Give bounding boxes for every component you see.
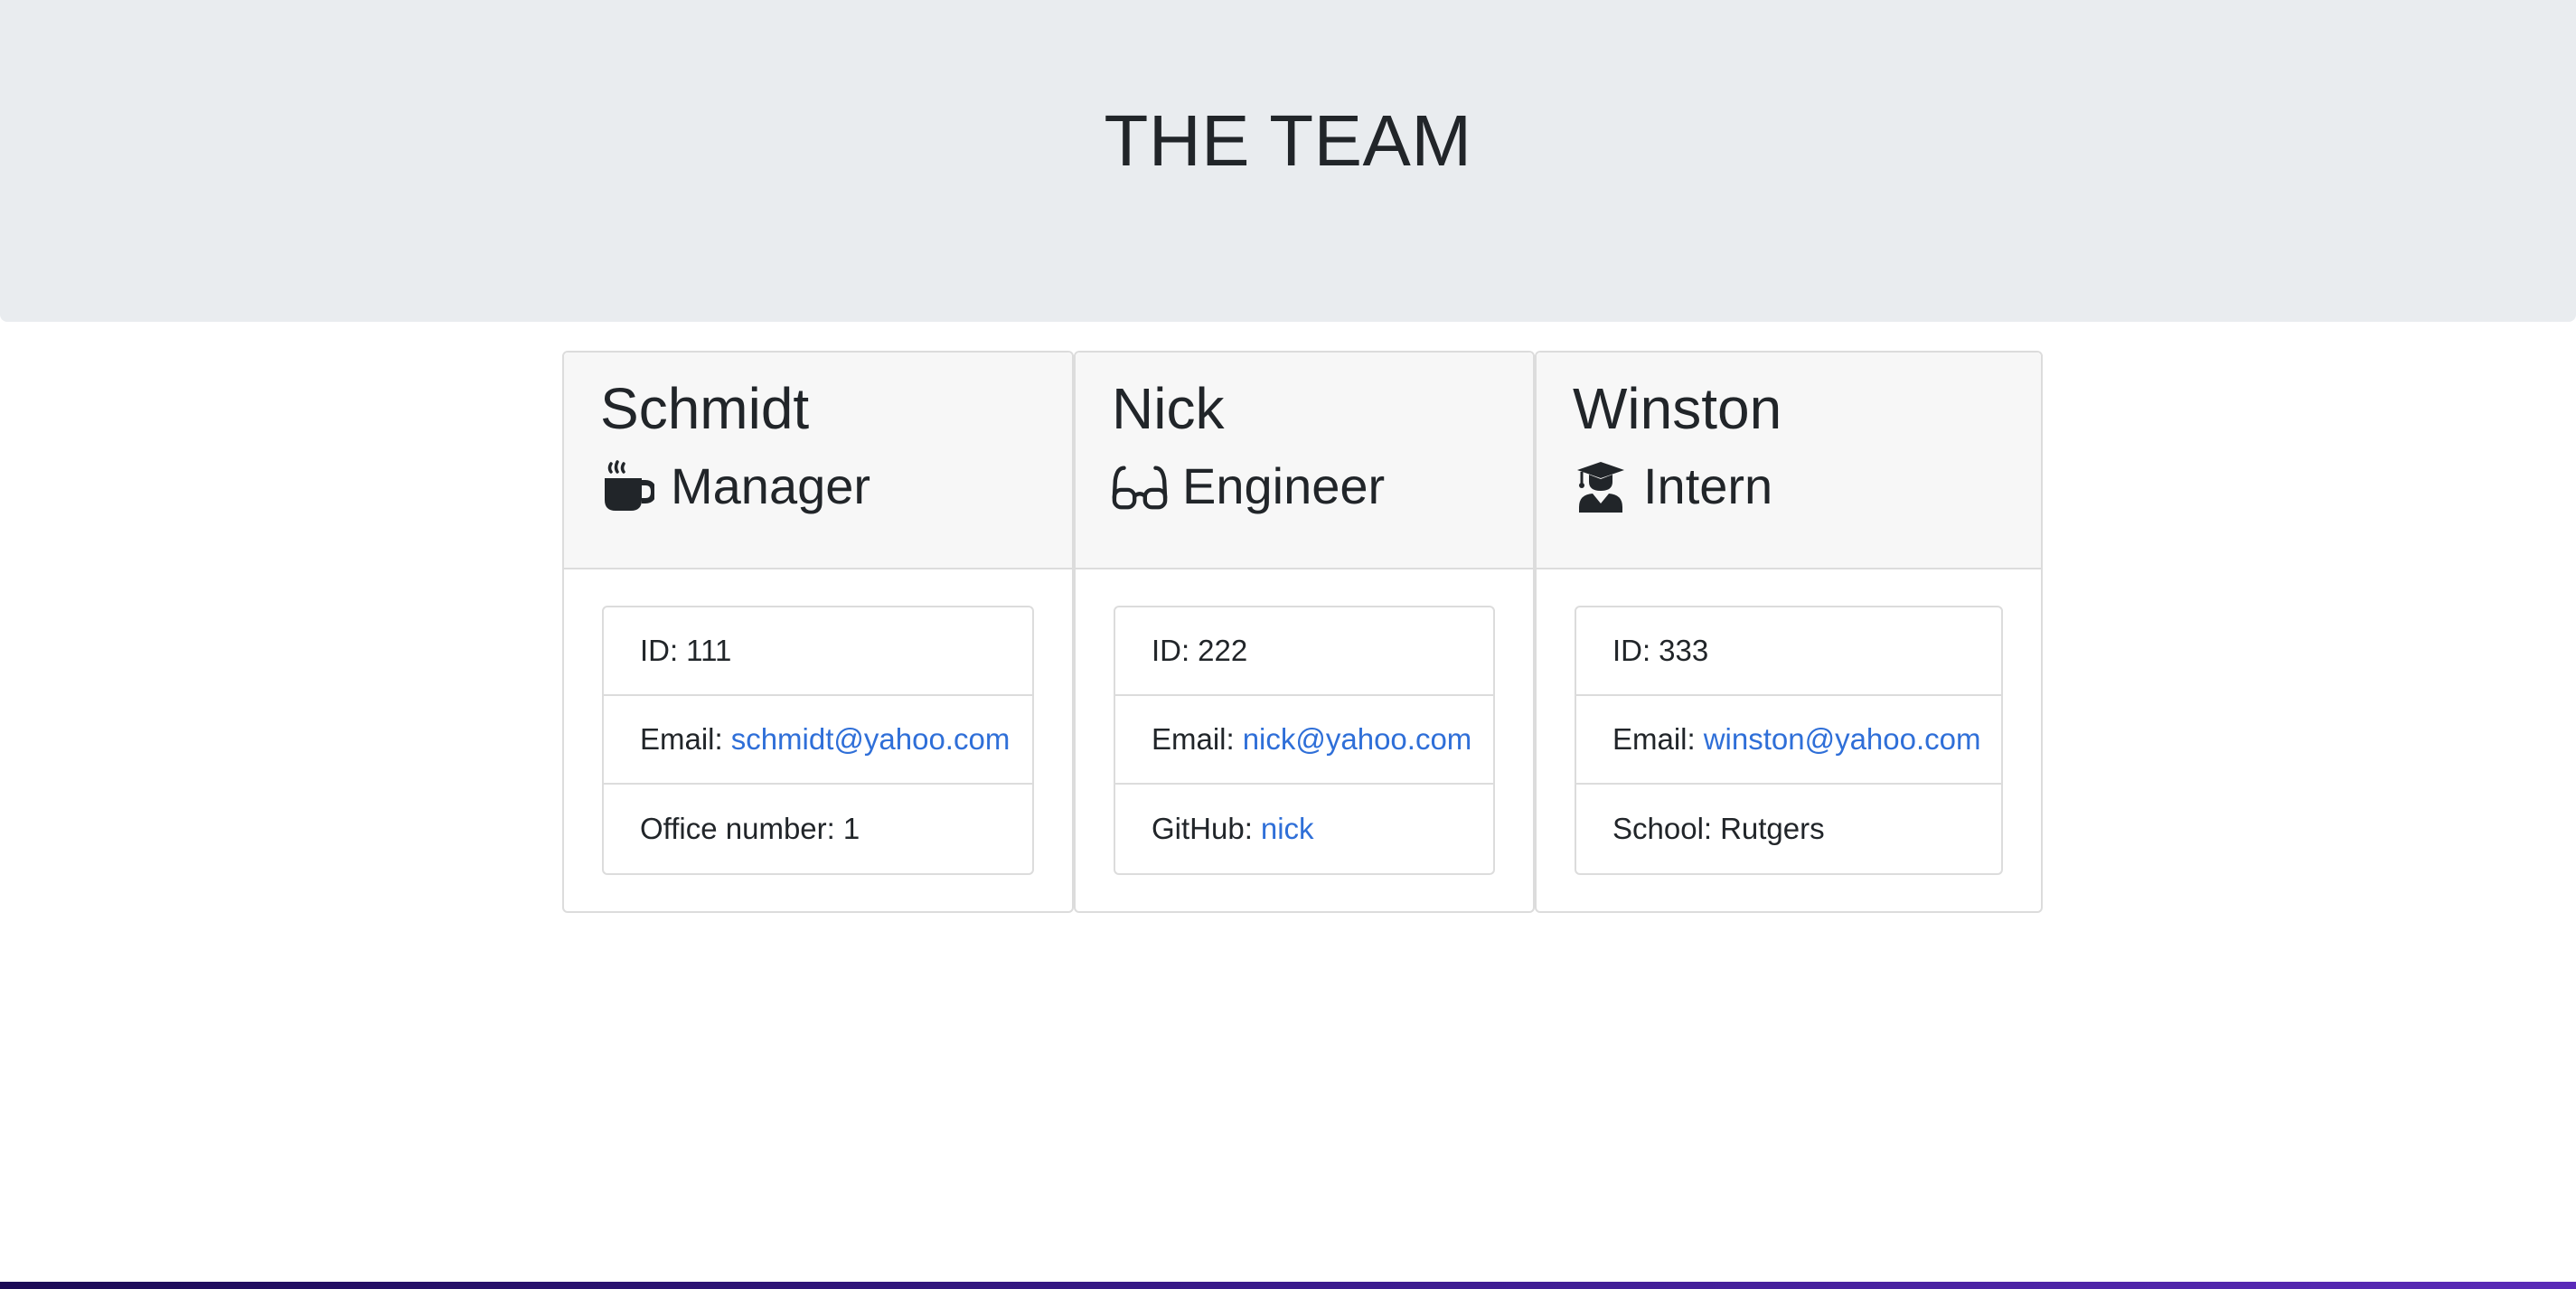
employee-role: Manager [600,456,1036,517]
email-link[interactable]: nick@yahoo.com [1243,722,1472,757]
id-value: 111 [686,634,732,667]
employee-name: Nick [1112,376,1225,441]
employee-card-engineer: Nick Engineer ID: 222 Email: nick@yahoo.… [1074,351,1535,913]
school-value: Rutgers [1720,812,1825,845]
employee-card-manager: Schmidt Manager ID: 111 Email: schmidt@y… [562,351,1074,913]
card-header: Schmidt Manager [564,353,1072,569]
list-item-github: GitHub: nick [1115,785,1493,873]
id-label: ID: [1152,634,1190,667]
role-label: Intern [1643,457,1773,514]
list-item-email: Email: nick@yahoo.com [1115,696,1493,785]
list-item-school: School: Rutgers [1576,785,2001,873]
page-title: THE TEAM [1104,100,1472,181]
list-item-id: ID: 333 [1576,607,2001,696]
list-item-office-number: Office number: 1 [604,785,1032,873]
glasses-icon [1112,458,1168,514]
list-item-id: ID: 111 [604,607,1032,696]
office-number-value: 1 [842,812,860,845]
id-label: ID: [640,634,679,667]
card-body: ID: 222 Email: nick@yahoo.com GitHub: ni… [1076,569,1533,911]
header-jumbotron: THE TEAM [0,0,2576,322]
list-item-id: ID: 222 [1115,607,1493,696]
card-header: Nick Engineer [1076,353,1533,569]
office-number-label: Office number: [640,812,835,845]
window-bottom-edge [0,1282,2576,1289]
card-body: ID: 333 Email: winston@yahoo.com School:… [1537,569,2041,911]
employee-role: Engineer [1112,456,1497,517]
github-label: GitHub: [1152,812,1253,845]
list-item-email: Email: winston@yahoo.com [1576,696,2001,785]
card-body: ID: 111 Email: schmidt@yahoo.com Office … [564,569,1072,911]
card-header: Winston Intern [1537,353,2041,569]
coffee-mug-icon [600,458,656,514]
id-value: 222 [1198,634,1248,667]
employee-details-list: ID: 111 Email: schmidt@yahoo.com Office … [602,606,1034,875]
page: THE TEAM Schmidt Manager ID: 111 Email: … [0,0,2576,1289]
email-label: Email: [1152,722,1235,756]
id-label: ID: [1612,634,1651,667]
employee-card-intern: Winston Intern ID: 333 Email: winston@ya… [1535,351,2043,913]
graduate-icon [1573,458,1629,514]
email-link[interactable]: winston@yahoo.com [1704,722,1981,757]
github-link[interactable]: nick [1261,812,1314,846]
email-label: Email: [1612,722,1696,756]
team-cards-row: Schmidt Manager ID: 111 Email: schmidt@y… [562,351,2043,913]
role-label: Engineer [1182,457,1386,514]
employee-name: Schmidt [600,376,810,441]
school-label: School: [1612,812,1713,845]
employee-details-list: ID: 333 Email: winston@yahoo.com School:… [1575,606,2003,875]
id-value: 333 [1659,634,1709,667]
role-label: Manager [671,457,871,514]
employee-name: Winston [1573,376,1782,441]
list-item-email: Email: schmidt@yahoo.com [604,696,1032,785]
email-label: Email: [640,722,723,756]
employee-details-list: ID: 222 Email: nick@yahoo.com GitHub: ni… [1114,606,1495,875]
employee-role: Intern [1573,456,2005,517]
email-link[interactable]: schmidt@yahoo.com [731,722,1011,757]
